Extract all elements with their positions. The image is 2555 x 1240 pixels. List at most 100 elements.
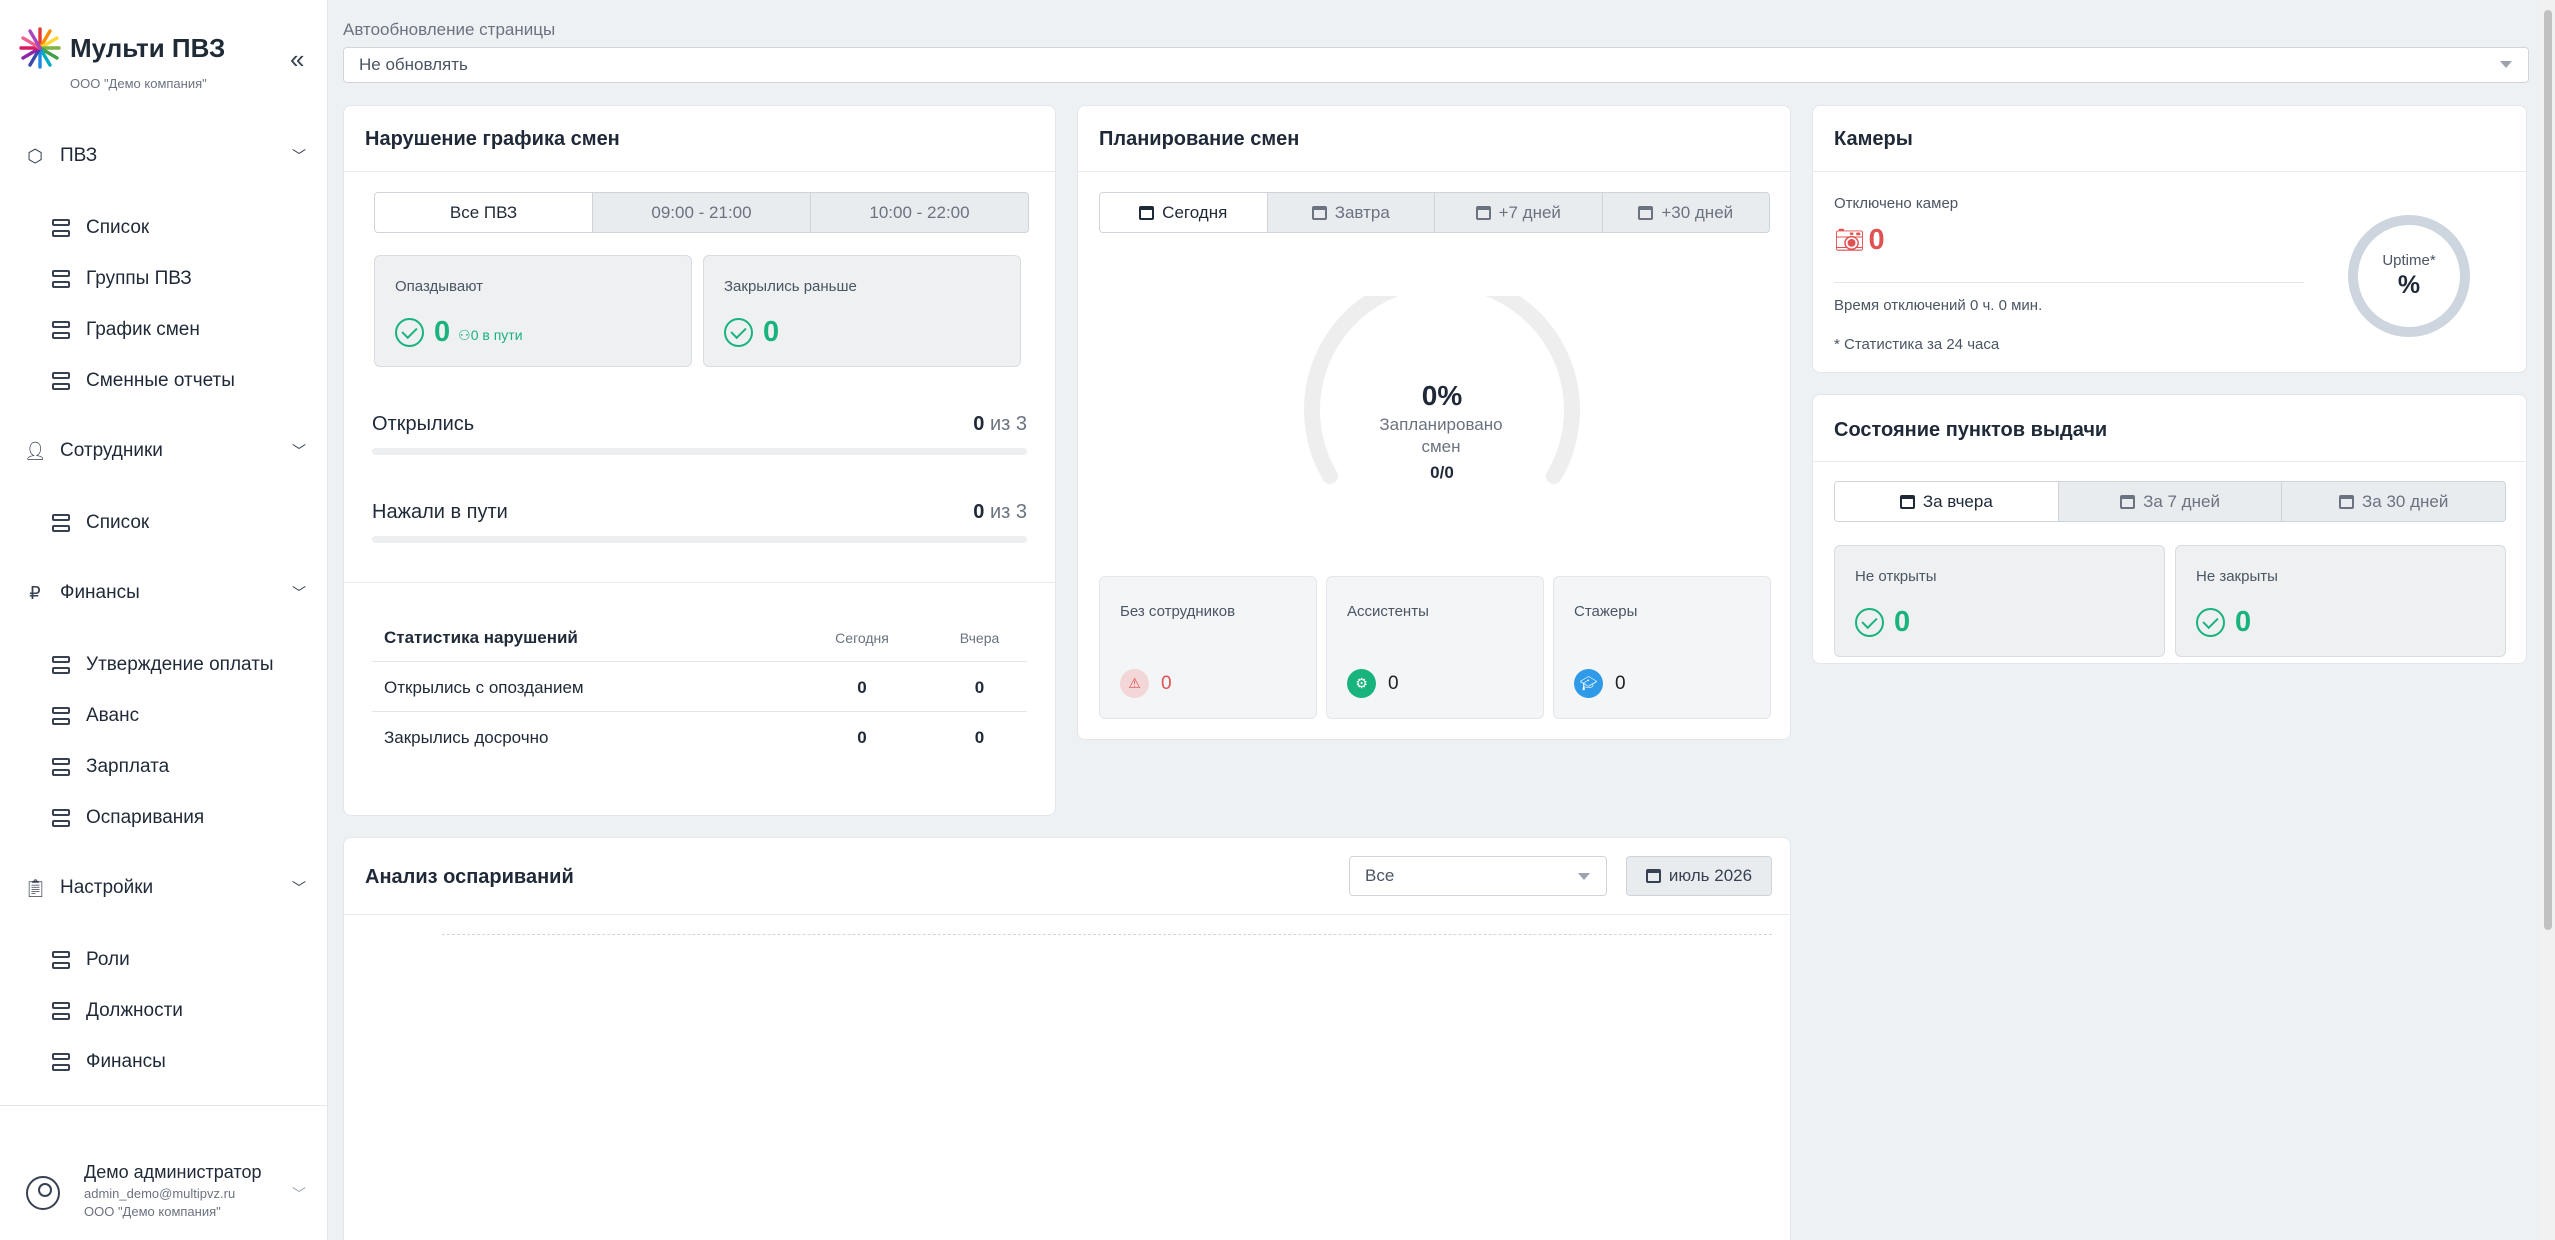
interns-value: 🎓︎ 0	[1574, 669, 1626, 698]
disputes-month: июль 2026	[1668, 866, 1753, 885]
calendar-icon	[1475, 205, 1491, 220]
tab-shift-10-22[interactable]: 10:00 - 22:00	[810, 193, 1028, 232]
nav-item-pvz-groups[interactable]: Группы ПВЗ	[52, 268, 192, 290]
user-menu[interactable]: Демо администратор admin_demo@multipvz.r…	[26, 1162, 306, 1219]
collapse-sidebar-button[interactable]: «	[290, 46, 304, 72]
violations-card: Нарушение графика смен Все ПВЗ 09:00 - 2…	[343, 105, 1056, 816]
check-circle-icon	[395, 318, 424, 347]
nav-item-employees-list[interactable]: Список	[52, 512, 149, 534]
nav-item-label: Утверждение оплаты	[86, 654, 274, 675]
brand-company: ООО "Демо компания"	[70, 76, 207, 91]
closed-early-label: Закрылись раньше	[724, 278, 857, 295]
opened-label: Открылись	[372, 413, 475, 435]
nav-item-label: Роли	[86, 949, 130, 970]
no-employees-box: Без сотрудников ⚠ 0	[1099, 576, 1317, 719]
nav-section-finance[interactable]: ₽ Финансы ﹀	[24, 582, 306, 604]
disconnected-value: 📷︎ 0	[1834, 224, 1885, 257]
nav-item-payment-approval[interactable]: Утверждение оплаты	[52, 654, 274, 676]
nav-item-label: Зарплата	[86, 756, 170, 777]
tab-30-days[interactable]: +30 дней	[1601, 193, 1770, 232]
disputes-card: Анализ оспариваний Все июль 2026	[343, 837, 1791, 1240]
row-yesterday: 0	[974, 678, 985, 697]
opened-value: 0	[973, 413, 985, 435]
nav-item-shift-reports[interactable]: Сменные отчеты	[52, 370, 235, 392]
tab-yesterday[interactable]: За вчера	[1835, 482, 2058, 521]
gauge-percent: 0%	[1421, 380, 1463, 411]
closed-early-box: Закрылись раньше 0	[703, 255, 1021, 367]
nav-item-positions[interactable]: Должности	[52, 1000, 183, 1022]
nav-item-finance-settings[interactable]: Финансы	[52, 1051, 166, 1073]
scroll-thumb[interactable]	[2544, 10, 2552, 930]
autoupdate-select[interactable]: Не обновлять	[343, 47, 2529, 83]
no-employees-count: 0	[1161, 672, 1172, 694]
nav-item-disputes[interactable]: Оспаривания	[52, 807, 204, 829]
row-today: 0	[857, 678, 867, 697]
nav-item-label: Сменные отчеты	[86, 370, 235, 391]
disputes-month-picker[interactable]: июль 2026	[1626, 856, 1772, 896]
row-yesterday: 0	[974, 728, 985, 747]
nav-item-salary[interactable]: Зарплата	[52, 756, 169, 778]
interns-label: Стажеры	[1574, 603, 1638, 620]
disputes-filter-select[interactable]: Все	[1349, 856, 1607, 896]
late-label: Опаздывают	[395, 278, 483, 295]
interns-count: 0	[1615, 672, 1626, 694]
on-road-progress: Нажали в пути 0 из 3	[372, 501, 1027, 543]
avatar-icon	[26, 1176, 60, 1210]
on-road-value: 0	[973, 501, 985, 523]
brand-name: Мульти ПВЗ	[70, 32, 226, 63]
disconnected-label: Отключено камер	[1834, 195, 1959, 212]
caret-down-icon	[2500, 61, 2512, 68]
stats-header: Статистика нарушений	[384, 628, 578, 647]
assistants-count: 0	[1388, 672, 1399, 694]
interns-box: Стажеры 🎓︎ 0	[1553, 576, 1771, 719]
nav-item-roles[interactable]: Роли	[52, 949, 130, 971]
brand[interactable]: Мульти ПВЗ	[18, 26, 225, 70]
user-icon: 👤︎	[24, 440, 47, 461]
calendar-icon	[1139, 205, 1155, 220]
tab-label: За 7 дней	[2143, 491, 2220, 511]
assistant-icon: ⚙	[1347, 669, 1376, 698]
nav-section-settings[interactable]: 📋︎ Настройки ﹀	[24, 877, 306, 899]
tab-all-pvz[interactable]: Все ПВЗ	[375, 193, 592, 232]
calendar-icon	[2339, 494, 2354, 509]
on-road-count: ⚇0 в пути	[458, 327, 523, 343]
closed-early-value: 0	[724, 316, 779, 349]
autoupdate-value: Не обновлять	[359, 55, 468, 74]
not-closed-label: Не закрыты	[2196, 568, 2278, 585]
calendar-icon	[1645, 869, 1661, 883]
calendar-icon	[2120, 494, 2136, 509]
nav-section-label: Настройки	[60, 877, 154, 898]
no-employees-label: Без сотрудников	[1120, 603, 1236, 620]
no-employees-value: ⚠ 0	[1120, 669, 1172, 698]
nav-section-label: Сотрудники	[60, 440, 163, 461]
card-divider	[1813, 171, 2526, 172]
tab-7-days[interactable]: За 7 дней	[2057, 482, 2282, 521]
tab-7-days[interactable]: +7 дней	[1434, 193, 1602, 232]
tab-label: Сегодня	[1162, 202, 1228, 222]
col-yesterday: Вчера	[959, 630, 1000, 646]
graduation-cap-icon: 🎓︎	[1574, 669, 1603, 698]
tab-today[interactable]: Сегодня	[1100, 193, 1267, 232]
page-scrollbar[interactable]	[2541, 0, 2555, 1240]
tab-30-days[interactable]: За 30 дней	[2281, 482, 2505, 521]
tab-shift-09-21[interactable]: 09:00 - 21:00	[592, 193, 810, 232]
tab-tomorrow[interactable]: Завтра	[1266, 193, 1435, 232]
gauge-label: Запланировано смен	[1379, 415, 1503, 456]
chevron-down-icon: ﹀	[292, 880, 306, 896]
nav-item-shift-schedule[interactable]: График смен	[52, 319, 200, 341]
nav-item-label: Список	[86, 217, 150, 238]
late-count: 0	[434, 316, 451, 348]
nav-section-pvz[interactable]: ⬡ ПВЗ ﹀	[24, 145, 306, 167]
user-name: Демо администратор	[84, 1162, 262, 1182]
nav-section-employees[interactable]: 👤︎ Сотрудники ﹀	[24, 440, 306, 462]
list-icon	[52, 514, 70, 532]
nav-item-pvz-list[interactable]: Список	[52, 217, 149, 239]
card-divider	[1078, 171, 1790, 172]
planning-tabs: Сегодня Завтра +7 дней +30 дней	[1099, 192, 1770, 233]
list-icon	[52, 1002, 70, 1020]
nav-item-advance[interactable]: Аванс	[52, 705, 139, 727]
opened-total: из 3	[989, 413, 1027, 435]
list-icon	[52, 951, 70, 969]
user-info: Демо администратор admin_demo@multipvz.r…	[84, 1162, 261, 1219]
camera-off-icon: 📷︎	[1834, 227, 1865, 254]
